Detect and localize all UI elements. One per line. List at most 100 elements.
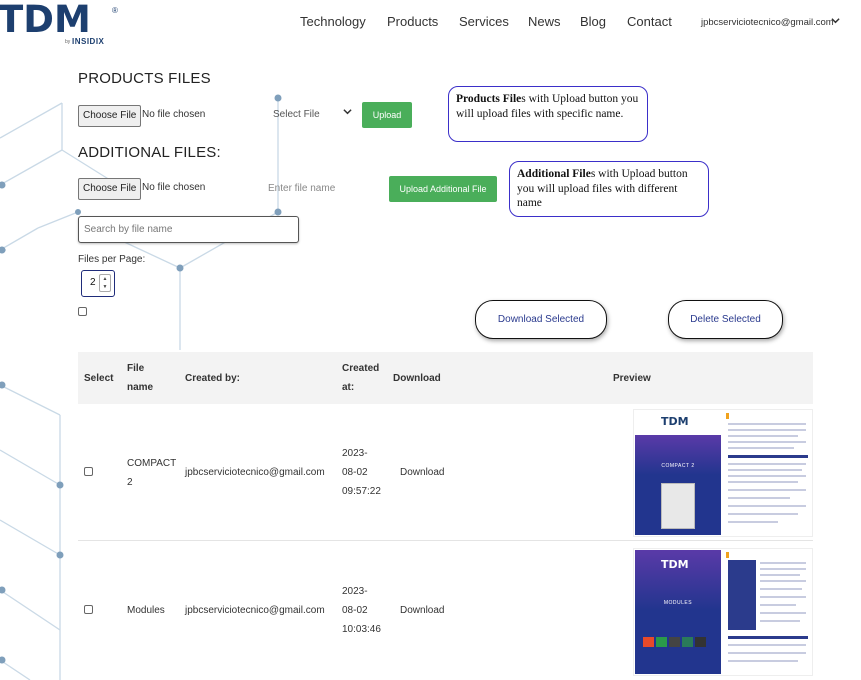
- preview-spec-line: [728, 469, 802, 471]
- file-name: COMPACT 2: [127, 454, 176, 492]
- created-time: 09:57:22: [342, 486, 381, 497]
- site-header: TDM ® by INSIDIX Technology Products Ser…: [0, 0, 861, 50]
- column-preview: Preview: [613, 373, 651, 384]
- products-choose-file-button[interactable]: Choose File: [78, 105, 142, 127]
- preview-spec-line: [728, 513, 798, 515]
- download-selected-button[interactable]: Download Selected: [475, 300, 607, 339]
- preview-spec-line: [760, 568, 806, 570]
- preview-title: MODULES: [663, 600, 693, 606]
- created-date-1: 2023-: [342, 448, 368, 459]
- additional-choose-file-button[interactable]: Choose File: [78, 178, 142, 200]
- preview-module-icons: [643, 634, 713, 647]
- download-link[interactable]: Download: [400, 463, 444, 482]
- upload-additional-file-button[interactable]: Upload Additional File: [389, 176, 497, 202]
- nav-services[interactable]: Services: [459, 14, 509, 29]
- created-by: jpbcserviciotecnico@gmail.com: [185, 605, 325, 616]
- logo-registered-mark: ®: [112, 6, 118, 15]
- select-all-checkbox[interactable]: [78, 307, 87, 316]
- products-files-callout: Products Files with Upload button you wi…: [448, 86, 648, 142]
- preview-spec-line: [760, 596, 806, 598]
- table-row: COMPACT 2 jpbcserviciotecnico@gmail.com …: [78, 404, 813, 541]
- preview-spec-line: [728, 423, 806, 425]
- file-name-line1: COMPACT: [127, 458, 177, 469]
- preview-spec-line: [728, 429, 806, 431]
- preview-spec-line: [728, 489, 806, 491]
- user-menu[interactable]: jpbcserviciotecnico@gmail.com: [701, 17, 834, 28]
- logo-by: by: [65, 39, 71, 45]
- preview-spec-line: [760, 620, 800, 622]
- column-created-at-line2: at:: [342, 382, 355, 393]
- preview-spec-line: [728, 481, 798, 483]
- preview-spec-line: [760, 612, 806, 614]
- download-link[interactable]: Download: [400, 601, 444, 620]
- number-spinner-icon[interactable]: ▲ ▼: [99, 274, 111, 292]
- preview-spec-line: [760, 562, 806, 564]
- products-files-title: PRODUCTS FILES: [78, 70, 211, 87]
- column-file-name-line1: File: [127, 363, 145, 374]
- preview-spec-line: [760, 588, 802, 590]
- table-row: Modules jpbcserviciotecnico@gmail.com 20…: [78, 542, 813, 680]
- column-file-name-line2: name: [127, 382, 154, 393]
- preview-spec-line: [728, 435, 798, 437]
- logo-text: TDM: [0, 0, 91, 41]
- table-header: Select File name Created by: Created at:…: [78, 352, 813, 404]
- nav-blog[interactable]: Blog: [580, 14, 606, 29]
- preview-spec-line: [728, 505, 806, 507]
- search-input[interactable]: Search by file name: [78, 216, 299, 243]
- file-preview[interactable]: TDM MODULES: [633, 548, 813, 676]
- nav-news[interactable]: News: [528, 14, 561, 29]
- preview-spec-line: [728, 497, 790, 499]
- logo-insidix: INSIDIX: [72, 37, 105, 46]
- preview-cover-glow: [635, 435, 721, 475]
- preview-spec-marker: [726, 552, 729, 558]
- file-name-input[interactable]: Enter file name: [265, 180, 365, 198]
- preview-machine-image: [661, 483, 695, 529]
- column-created-at-line1: Created: [342, 363, 380, 374]
- preview-spec-line: [728, 644, 806, 646]
- chevron-down-icon[interactable]: [831, 16, 840, 28]
- preview-spec-line: [728, 475, 806, 477]
- file-name-line2: 2: [127, 477, 133, 488]
- additional-no-file-text: No file chosen: [142, 182, 206, 193]
- preview-spec-line: [728, 447, 794, 449]
- nav-technology[interactable]: Technology: [300, 14, 366, 29]
- preview-spec-line: [728, 652, 806, 654]
- column-file-name: File name: [127, 359, 153, 397]
- delete-selected-button[interactable]: Delete Selected: [668, 300, 783, 339]
- preview-spec-marker: [726, 413, 729, 419]
- file-preview[interactable]: TDM COMPACT 2: [633, 409, 813, 537]
- created-date-2: 08-02: [342, 467, 368, 478]
- preview-spec-page: [724, 550, 812, 674]
- callout-bold: Products File: [456, 93, 522, 105]
- created-at: 2023- 08-02 09:57:22: [342, 444, 381, 501]
- product-file-select[interactable]: Select File: [270, 106, 354, 124]
- preview-spec-line: [760, 574, 800, 576]
- preview-spec-page: [724, 411, 812, 535]
- preview-logo: TDM: [661, 558, 689, 571]
- main-content: PRODUCTS FILES Choose File No file chose…: [0, 0, 861, 680]
- preview-spec-line: [728, 463, 806, 465]
- created-at: 2023- 08-02 10:03:46: [342, 582, 381, 639]
- nav-products[interactable]: Products: [387, 14, 438, 29]
- products-no-file-text: No file chosen: [142, 109, 206, 120]
- preview-spec-line: [760, 580, 806, 582]
- column-download: Download: [393, 373, 441, 384]
- additional-files-callout: Additional Files with Upload button you …: [509, 161, 709, 217]
- column-created-by: Created by:: [185, 373, 241, 384]
- files-per-page-input[interactable]: 2 ▲ ▼: [81, 270, 115, 297]
- row-checkbox[interactable]: [84, 605, 93, 614]
- files-per-page-value: 2: [90, 277, 96, 288]
- nav-contact[interactable]: Contact: [627, 14, 672, 29]
- preview-cover-page: TDM MODULES: [635, 550, 721, 674]
- row-checkbox[interactable]: [84, 467, 93, 476]
- upload-button[interactable]: Upload: [362, 102, 412, 128]
- preview-logo: TDM: [661, 415, 689, 428]
- preview-title: COMPACT 2: [661, 463, 695, 469]
- preview-spec-line: [728, 521, 778, 523]
- file-name-line1: Modules: [127, 605, 165, 616]
- created-date-2: 08-02: [342, 605, 368, 616]
- preview-spec-band: [728, 636, 808, 639]
- tdm-logo[interactable]: TDM ® by INSIDIX: [0, 0, 123, 48]
- preview-spec-sidebar: [728, 560, 756, 630]
- preview-spec-band: [728, 455, 808, 458]
